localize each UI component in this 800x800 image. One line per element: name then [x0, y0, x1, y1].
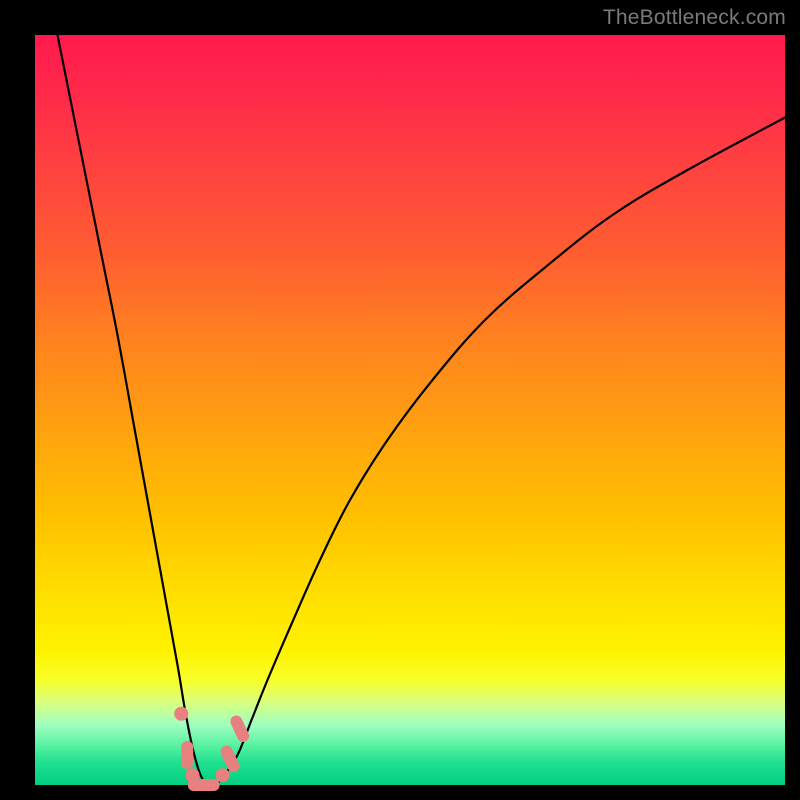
marker-capsule	[188, 779, 220, 791]
attribution-text: TheBottleneck.com	[603, 6, 786, 30]
bottleneck-curve	[58, 35, 786, 786]
marker-capsule	[181, 741, 193, 769]
marker-dot	[174, 707, 188, 721]
plot-area	[35, 35, 785, 785]
curve-layer	[35, 35, 785, 785]
marker-dot	[216, 768, 230, 782]
chart-frame: TheBottleneck.com	[0, 0, 800, 800]
